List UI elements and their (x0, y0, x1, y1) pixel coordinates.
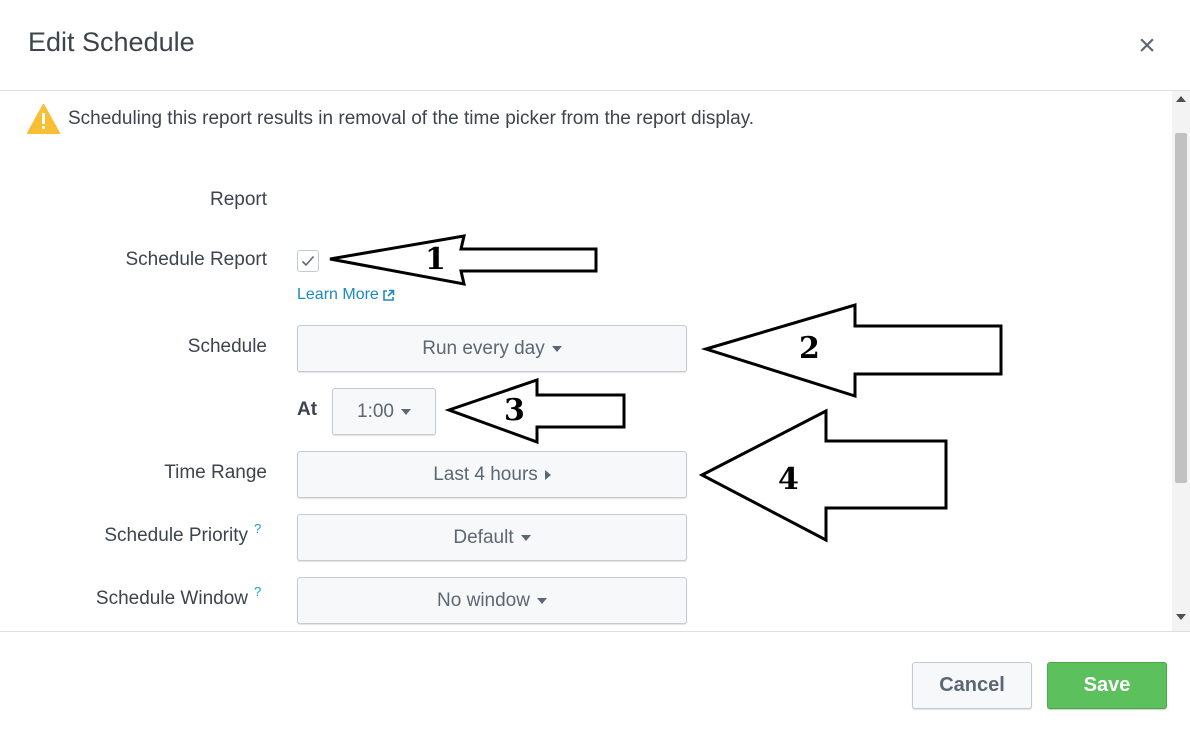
schedule-dropdown-value: Run every day (422, 337, 545, 359)
caret-down-icon (551, 345, 562, 352)
save-button[interactable]: Save (1047, 662, 1167, 709)
schedule-priority-label: Schedule Priority (104, 525, 248, 546)
checkmark-icon (301, 255, 315, 267)
schedule-priority-value: Default (453, 526, 514, 548)
schedule-priority-help-icon[interactable]: ? (254, 521, 261, 536)
schedule-label: Schedule (187, 336, 267, 357)
at-time-dropdown[interactable]: 1:00 (332, 388, 436, 435)
report-label: Report (209, 189, 267, 210)
dialog-header: Edit Schedule × (0, 0, 1190, 91)
time-range-value: Last 4 hours (433, 463, 538, 485)
learn-more-link[interactable]: Learn More (297, 286, 395, 304)
schedule-priority-dropdown[interactable]: Default (297, 514, 687, 561)
at-time-value: 1:00 (357, 400, 394, 422)
caret-down-icon (400, 408, 411, 415)
cancel-button[interactable]: Cancel (912, 662, 1032, 709)
caret-right-icon (544, 469, 551, 480)
warning-banner: Scheduling this report results in remova… (27, 104, 754, 134)
schedule-dropdown[interactable]: Run every day (297, 325, 687, 372)
warning-triangle-icon (27, 104, 60, 134)
dialog-title: Edit Schedule (28, 27, 195, 57)
learn-more-text: Learn More (297, 286, 379, 303)
schedule-report-checkbox[interactable] (297, 250, 319, 272)
schedule-window-dropdown[interactable]: No window (297, 577, 687, 624)
external-link-icon (383, 289, 395, 301)
time-range-button[interactable]: Last 4 hours (297, 451, 687, 498)
schedule-window-label: Schedule Window (95, 588, 248, 609)
schedule-report-label: Schedule Report (125, 249, 267, 270)
warning-text: Scheduling this report results in remova… (68, 108, 755, 129)
caret-down-icon (536, 597, 547, 604)
caret-down-icon (520, 534, 531, 541)
schedule-window-help-icon[interactable]: ? (254, 584, 261, 599)
close-icon[interactable]: × (1134, 31, 1160, 61)
scroll-down-arrow-icon[interactable] (1176, 614, 1186, 620)
time-range-label: Time Range (164, 462, 267, 483)
schedule-window-value: No window (437, 589, 530, 611)
at-label: At (297, 399, 318, 420)
scroll-up-arrow-icon[interactable] (1176, 96, 1186, 102)
scrollbar-thumb[interactable] (1175, 133, 1187, 483)
